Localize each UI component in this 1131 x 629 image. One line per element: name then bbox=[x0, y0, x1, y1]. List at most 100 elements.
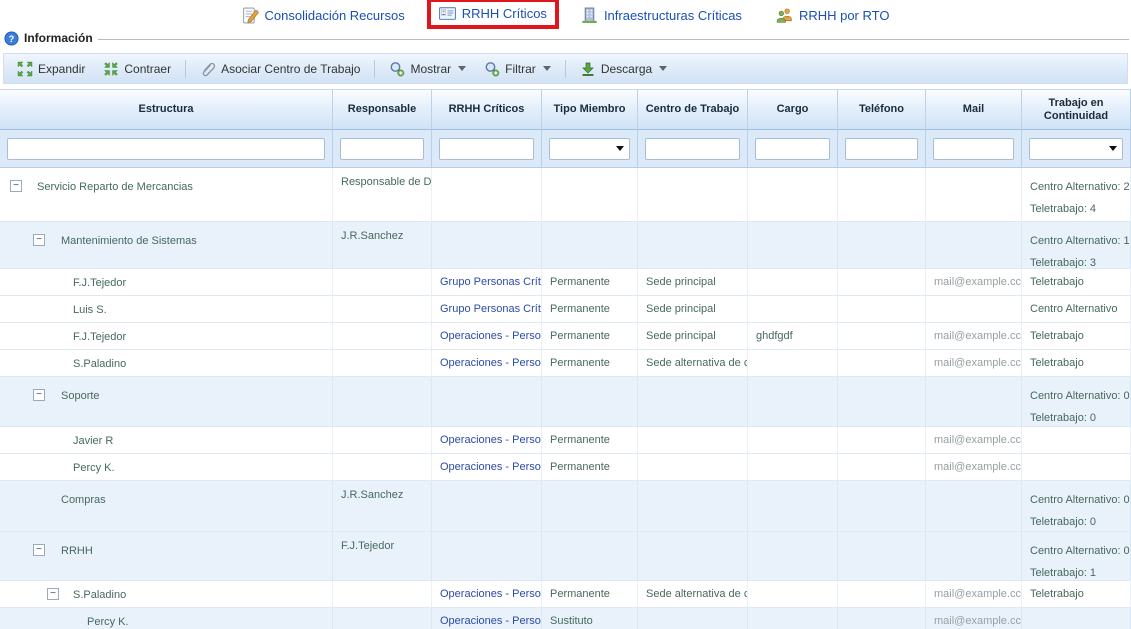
cell-telefono bbox=[838, 481, 926, 532]
cell-centro bbox=[638, 454, 748, 481]
filter-input-structure[interactable] bbox=[7, 138, 325, 160]
toolbar-separator bbox=[185, 60, 186, 78]
cell-telefono bbox=[838, 532, 926, 581]
column-header-mail[interactable]: Mail bbox=[926, 90, 1022, 130]
collapse-toggle[interactable]: − bbox=[33, 389, 45, 401]
filter-cell-cargo bbox=[748, 130, 838, 168]
column-header-tipo[interactable]: Tipo Miembro bbox=[542, 90, 638, 130]
continuidad-summary-line: Centro Alternativo: 2 bbox=[1030, 176, 1130, 198]
rrhh-value[interactable]: Operaciones - Person bbox=[440, 588, 542, 600]
cell-centro: Sede principal bbox=[638, 323, 748, 350]
toolbar-separator bbox=[565, 60, 566, 78]
cell-mail bbox=[926, 168, 1022, 222]
tab-rrhh-por-rto[interactable]: RRHH por RTO bbox=[764, 0, 902, 31]
people-group-icon bbox=[776, 7, 793, 24]
cell-responsable: Responsable de D bbox=[333, 168, 432, 222]
contraer-button[interactable]: Contraer bbox=[95, 57, 179, 81]
collapse-toggle[interactable]: − bbox=[10, 180, 22, 192]
filter-input-cargo[interactable] bbox=[755, 138, 830, 160]
continuidad-summary-line: Teletrabajo: 1 bbox=[1030, 562, 1130, 581]
cell-mail bbox=[926, 481, 1022, 532]
continuidad-summary-line: Teletrabajo: 4 bbox=[1030, 198, 1130, 220]
cell-centro bbox=[638, 168, 748, 222]
paperclip-icon bbox=[200, 61, 216, 77]
tab-rrhh-cr-ticos[interactable]: RRHH Críticos bbox=[427, 0, 559, 29]
structure-name: Percy K. bbox=[87, 616, 129, 628]
rrhh-value[interactable]: Grupo Personas Crític bbox=[440, 276, 542, 288]
help-icon[interactable]: ? bbox=[4, 31, 19, 46]
tipo-value: Permanente bbox=[550, 276, 610, 288]
mail-value: mail@example.cc bbox=[934, 330, 1021, 342]
collapse-toggle[interactable]: − bbox=[47, 588, 59, 600]
filtrar-button[interactable]: Filtrar bbox=[476, 57, 559, 81]
filter-cell-telefono bbox=[838, 130, 926, 168]
descarga-button[interactable]: Descarga bbox=[572, 57, 675, 81]
cell-tipo: Permanente bbox=[542, 323, 638, 350]
rrhh-value[interactable]: Grupo Personas Crític bbox=[440, 303, 542, 315]
filter-select-cont[interactable] bbox=[1029, 138, 1123, 160]
cell-telefono bbox=[838, 350, 926, 377]
rrhh-value[interactable]: Operaciones - Person bbox=[440, 461, 542, 473]
structure-name: Soporte bbox=[61, 390, 100, 402]
expandir-button[interactable]: Expandir bbox=[9, 57, 93, 81]
cell-responsable bbox=[333, 581, 432, 608]
filter-input-centro[interactable] bbox=[645, 138, 740, 160]
filter-input-telefono[interactable] bbox=[845, 138, 918, 160]
rrhh-value[interactable]: Operaciones - Person bbox=[440, 434, 542, 446]
cell-responsable bbox=[333, 454, 432, 481]
tipo-value: Permanente bbox=[550, 303, 610, 315]
collapse-toggle[interactable]: − bbox=[33, 544, 45, 556]
centro-value: Sede alternativa de co bbox=[646, 588, 748, 600]
mostrar-button[interactable]: Mostrar bbox=[381, 57, 474, 81]
cell-centro bbox=[638, 608, 748, 629]
column-header-centro[interactable]: Centro de Trabajo bbox=[638, 90, 748, 130]
tab-label: RRHH Críticos bbox=[462, 6, 547, 21]
filter-input-mail[interactable] bbox=[933, 138, 1014, 160]
centro-value: Sede alternativa de co bbox=[646, 357, 748, 369]
structure-name: Servicio Reparto de Mercancias bbox=[37, 181, 193, 193]
table-row: − Servicio Reparto de Mercancias Responsab… bbox=[0, 168, 1131, 222]
cell-trabajo-en-continuidad: Teletrabajo bbox=[1022, 269, 1131, 296]
tipo-value: Permanente bbox=[550, 434, 610, 446]
continuidad-value: Teletrabajo bbox=[1030, 330, 1084, 342]
continuidad-summary-line: Centro Alternativo: 0 bbox=[1030, 385, 1130, 407]
rrhh-value[interactable]: Operaciones - Person bbox=[440, 357, 542, 369]
cell-mail: mail@example.cc bbox=[926, 581, 1022, 608]
column-header-responsable[interactable]: Responsable bbox=[333, 90, 432, 130]
cell-structure: Percy K. bbox=[0, 608, 333, 629]
mail-value: mail@example.cc bbox=[934, 434, 1021, 446]
cell-telefono bbox=[838, 296, 926, 323]
rrhh-value[interactable]: Operaciones - Person bbox=[440, 615, 542, 627]
top-tab-strip: Consolidación Recursos RRHH Críticos Infra… bbox=[0, 0, 1131, 30]
column-header-cont[interactable]: Trabajo en Continuidad bbox=[1022, 90, 1131, 130]
filter-input-responsable[interactable] bbox=[340, 138, 424, 160]
structure-name: Compras bbox=[61, 494, 106, 506]
table-row: Javier ROperaciones - PersonPermanentema… bbox=[0, 427, 1131, 454]
collapse-toggle[interactable]: − bbox=[33, 234, 45, 246]
cell-responsable bbox=[333, 427, 432, 454]
cell-responsable bbox=[333, 269, 432, 296]
tab-infraestructuras-cr-ticas[interactable]: Infraestructuras Críticas bbox=[569, 0, 754, 31]
filter-input-rrhh[interactable] bbox=[439, 138, 534, 160]
collapse-arrows-icon bbox=[103, 61, 119, 77]
column-header-telefono[interactable]: Teléfono bbox=[838, 90, 926, 130]
structure-name: S.Paladino bbox=[73, 358, 126, 370]
cell-mail: mail@example.cc bbox=[926, 454, 1022, 481]
cell-tipo bbox=[542, 222, 638, 269]
cell-telefono bbox=[838, 323, 926, 350]
tab-consolidaci-n-recursos[interactable]: Consolidación Recursos bbox=[230, 0, 417, 31]
cell-telefono bbox=[838, 581, 926, 608]
rrhh-value[interactable]: Operaciones - Person bbox=[440, 330, 542, 342]
toolbar-button-label: Filtrar bbox=[505, 62, 536, 76]
column-header-structure[interactable]: Estructura bbox=[0, 90, 333, 130]
filter-select-tipo[interactable] bbox=[549, 138, 630, 160]
column-header-rrhh[interactable]: RRHH Críticos bbox=[432, 90, 542, 130]
asociar-centro-de-trabajo-button[interactable]: Asociar Centro de Trabajo bbox=[192, 57, 368, 81]
column-header-cargo[interactable]: Cargo bbox=[748, 90, 838, 130]
table-row: −SoporteCentro Alternativo: 0Teletrabajo… bbox=[0, 377, 1131, 427]
cell-rrhh: Operaciones - Person bbox=[432, 608, 542, 629]
cell-rrhh: Operaciones - Person bbox=[432, 454, 542, 481]
cell-rrhh: Operaciones - Person bbox=[432, 350, 542, 377]
cell-tipo bbox=[542, 377, 638, 427]
continuidad-summary-line: Centro Alternativo: 0 bbox=[1030, 540, 1130, 562]
